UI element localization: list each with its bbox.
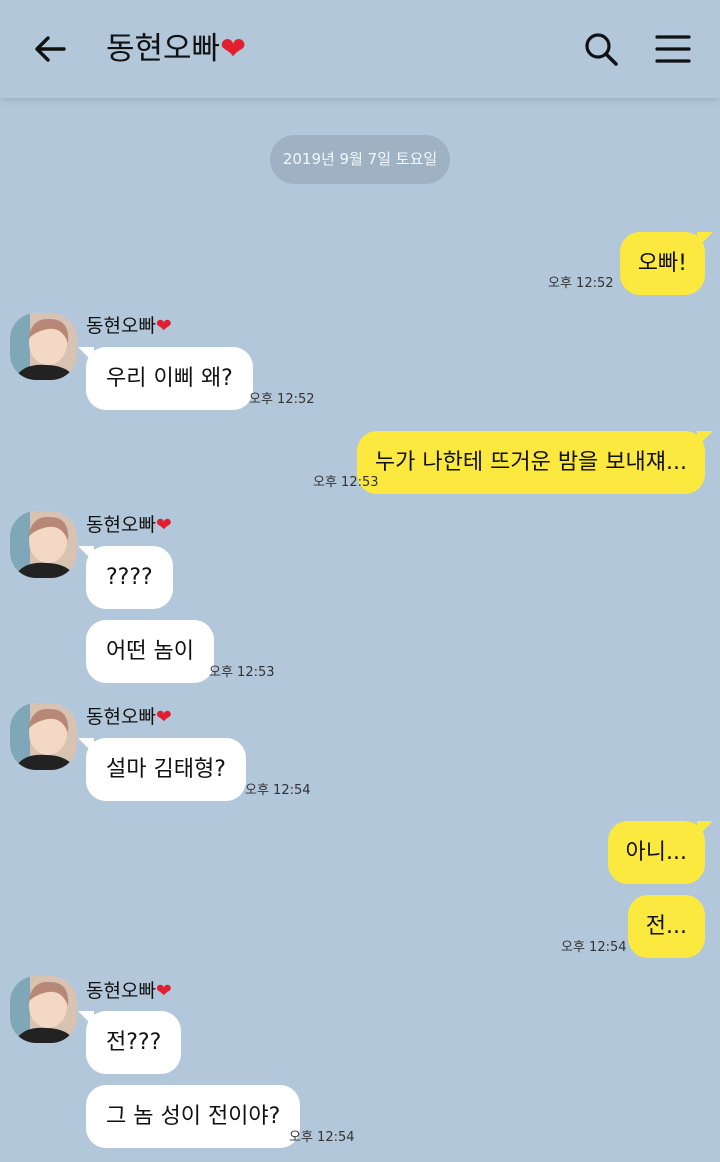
chat-header: 동현오빠❤ <box>0 0 720 98</box>
search-button[interactable] <box>578 26 624 72</box>
chat-title-text: 동현오빠 <box>106 31 221 67</box>
incoming-message-bubble[interactable]: 설마 김태형? <box>78 738 246 801</box>
menu-icon <box>655 35 691 63</box>
outgoing-message-bubble[interactable]: 누가 나한테 뜨거운 밤을 보내쟤... <box>356 431 714 494</box>
message-timestamp: 오후 12:52 <box>249 392 315 407</box>
sender-name: 동현오빠❤ <box>86 979 172 1003</box>
chat-message-list[interactable]: 2019년 9월 7일 토요일 오빠! 오후 12:52 동현오빠❤ 우리 이삐… <box>0 98 720 1162</box>
incoming-message-bubble[interactable]: 전??? <box>77 1011 182 1074</box>
avatar-photo <box>10 511 77 578</box>
incoming-message-bubble[interactable]: ???? <box>78 546 173 609</box>
search-icon <box>585 33 618 66</box>
message-timestamp: 오후 12:53 <box>209 665 275 680</box>
message-timestamp: 오후 12:54 <box>289 1130 355 1145</box>
outgoing-message-bubble[interactable]: 아니... <box>607 821 714 884</box>
back-arrow-icon <box>35 36 66 62</box>
message-timestamp: 오후 12:54 <box>245 783 311 798</box>
incoming-message-bubble[interactable]: 그 놈 성이 전이야? <box>86 1085 301 1148</box>
date-divider: 2019년 9월 7일 토요일 <box>270 135 450 184</box>
message-timestamp: 오후 12:54 <box>561 940 627 955</box>
outgoing-message-bubble[interactable]: 전... <box>627 895 705 958</box>
message-timestamp: 오후 12:53 <box>313 475 379 490</box>
sender-name-text: 동현오빠 <box>86 980 156 1002</box>
heart-icon: ❤ <box>155 315 172 337</box>
sender-name-text: 동현오빠 <box>86 514 156 536</box>
sender-name-text: 동현오빠 <box>86 315 156 337</box>
contact-avatar[interactable] <box>10 511 77 578</box>
heart-icon: ❤ <box>155 980 172 1002</box>
back-button[interactable] <box>28 26 74 72</box>
avatar-photo <box>10 976 77 1043</box>
sender-name: 동현오빠❤ <box>86 705 172 729</box>
menu-button[interactable] <box>650 26 696 72</box>
contact-avatar[interactable] <box>10 976 77 1043</box>
incoming-message-bubble[interactable]: 어떤 놈이 <box>86 620 214 683</box>
outgoing-message-bubble[interactable]: 오빠! <box>619 232 714 295</box>
heart-icon: ❤ <box>155 514 172 536</box>
sender-name-text: 동현오빠 <box>86 706 156 728</box>
avatar-photo <box>10 313 77 380</box>
contact-avatar[interactable] <box>10 313 77 380</box>
message-timestamp: 오후 12:52 <box>548 276 614 291</box>
heart-icon: ❤ <box>155 706 172 728</box>
heart-icon: ❤ <box>220 31 247 67</box>
contact-avatar[interactable] <box>10 703 77 770</box>
chat-title: 동현오빠❤ <box>106 28 246 70</box>
sender-name: 동현오빠❤ <box>86 314 172 338</box>
sender-name: 동현오빠❤ <box>86 513 172 537</box>
incoming-message-bubble[interactable]: 우리 이삐 왜? <box>78 347 253 410</box>
avatar-photo <box>10 703 77 770</box>
